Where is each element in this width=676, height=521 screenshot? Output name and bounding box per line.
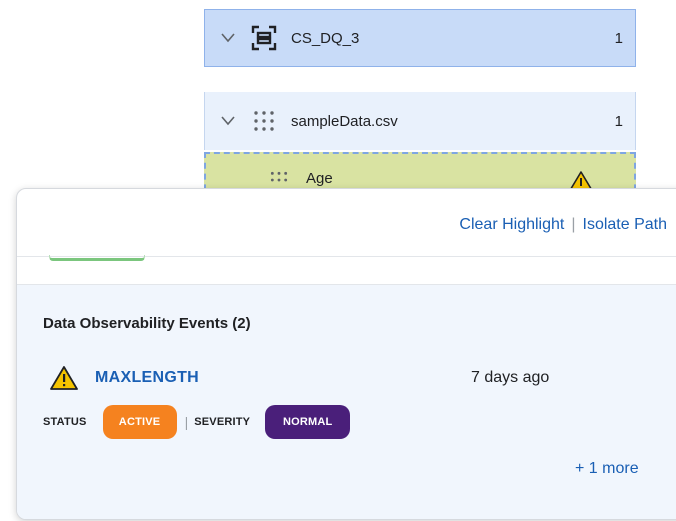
active-tab-indicator: [49, 255, 145, 261]
isolate-path-link[interactable]: Isolate Path: [583, 216, 668, 234]
event-name-link[interactable]: MAXLENGTH: [95, 369, 199, 387]
severity-badge: NORMAL: [265, 405, 351, 439]
dataset-count: 1: [614, 29, 623, 47]
status-separator: |: [184, 414, 189, 430]
observability-events-section: Data Observability Events (2) MAXLENGTH …: [17, 285, 676, 519]
event-status-row: STATUS ACTIVE | SEVERITY NORMAL: [43, 405, 351, 439]
status-badge: ACTIVE: [102, 405, 177, 439]
field-label: Age: [306, 170, 333, 187]
warning-icon: [49, 365, 79, 391]
header-separator: |: [571, 216, 576, 233]
details-panel: Clear Highlight | Isolate Path Data Obse…: [16, 188, 676, 520]
file-count: 1: [614, 112, 623, 130]
event-time: 7 days ago: [471, 369, 550, 386]
clear-highlight-link[interactable]: Clear Highlight: [459, 216, 564, 234]
header-actions: Clear Highlight | Isolate Path: [459, 216, 667, 234]
severity-label: SEVERITY: [194, 416, 251, 428]
event-item: MAXLENGTH 7 days ago: [49, 365, 609, 391]
status-label: STATUS: [43, 416, 87, 428]
events-title: Data Observability Events (2): [43, 315, 251, 332]
panel-header: Clear Highlight | Isolate Path: [17, 189, 676, 257]
chevron-down-icon[interactable]: [221, 33, 243, 43]
more-events-link[interactable]: + 1 more: [575, 460, 639, 478]
grid-dots-icon: [266, 170, 292, 190]
chevron-down-icon[interactable]: [221, 116, 243, 126]
tree-node-file[interactable]: sampleData.csv 1: [204, 92, 636, 150]
dataset-label: CS_DQ_3: [291, 29, 360, 47]
file-label: sampleData.csv: [291, 112, 398, 130]
grid-dots-icon: [251, 109, 277, 133]
dataset-icon: [251, 25, 277, 51]
tree-node-dataset[interactable]: CS_DQ_3 1: [204, 9, 636, 67]
tab-strip: [17, 255, 676, 285]
